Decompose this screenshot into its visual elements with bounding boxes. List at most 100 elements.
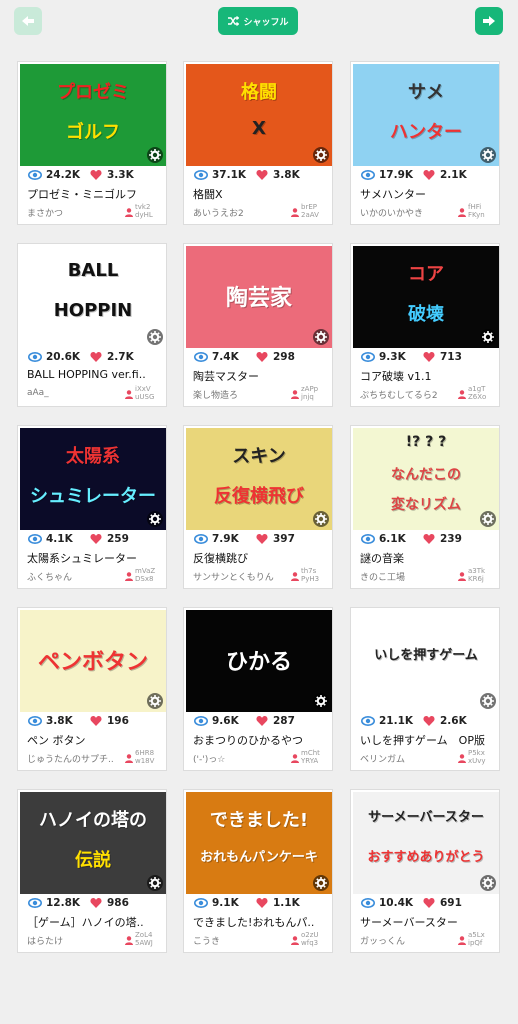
project-author[interactable]: いかのいかやき <box>360 206 460 219</box>
eye-icon <box>361 352 375 362</box>
project-author[interactable]: きのこ工場 <box>360 570 460 583</box>
project-title[interactable]: サーメーバースター <box>360 914 496 930</box>
project-thumbnail[interactable]: !? ? ? なんだこの 変なリズム <box>353 428 499 530</box>
project-thumbnail[interactable]: ハノイの塔の 伝説 <box>20 792 166 894</box>
settings-button[interactable] <box>480 329 496 345</box>
settings-button[interactable] <box>313 693 329 709</box>
project-author[interactable]: ぷちちむしてるら2 <box>360 388 460 401</box>
user-code: tvk2 dyHL <box>135 203 163 219</box>
project-title[interactable]: できました!おれもんパ.. <box>193 914 329 930</box>
project-author[interactable]: ふくちゃん <box>27 570 127 583</box>
project-title[interactable]: 陶芸マスター <box>193 368 329 384</box>
project-stats: 3.8K 196 <box>28 714 158 728</box>
view-count: 7.4K <box>212 351 239 363</box>
project-title[interactable]: いしを押すゲーム OP版 <box>360 732 496 748</box>
project-thumbnail[interactable]: BALL HOPPIN <box>20 246 166 348</box>
project-author[interactable]: ガッっくん <box>360 934 460 947</box>
project-author[interactable]: 楽し物造ろ <box>193 388 293 401</box>
project-card[interactable]: 太陽系 シュミレーター 4.1K 259 太陽系シュミレーター ふくちゃん mVaZ DSx8 <box>17 425 167 589</box>
project-thumbnail[interactable]: プロゼミ ゴルフ <box>20 64 166 166</box>
project-card[interactable]: ペンボタン 3.8K 196 ペン ボタン じゅうたんのサプチ.. 6HR8 w18V <box>17 607 167 771</box>
project-author[interactable]: はらたけ <box>27 934 127 947</box>
like-count: 2.6K <box>440 715 467 727</box>
user-icon <box>125 208 133 217</box>
settings-button[interactable] <box>480 147 496 163</box>
project-card[interactable]: ハノイの塔の 伝説 12.8K 986 ［ゲーム］ハノイの塔.. はらたけ ZoL4 5AWJ <box>17 789 167 953</box>
project-stats: 24.2K 3.3K <box>28 168 158 182</box>
settings-button[interactable] <box>480 693 496 709</box>
project-title[interactable]: サメハンター <box>360 186 496 202</box>
project-thumbnail[interactable]: サーメーバースター おすすめありがとう <box>353 792 499 894</box>
project-card[interactable]: !? ? ? なんだこの 変なリズム 6.1K 239 謎の音楽 きのこ工場 a3Tk KR6j <box>350 425 500 589</box>
project-thumbnail[interactable]: ペンボタン <box>20 610 166 712</box>
project-author[interactable]: aAa_ <box>27 388 127 398</box>
user-code: o2zU wfq3 <box>301 931 329 947</box>
user-code-line: ZoL4 <box>135 931 153 939</box>
settings-button[interactable] <box>313 147 329 163</box>
settings-button[interactable] <box>147 511 163 527</box>
project-card[interactable]: サーメーバースター おすすめありがとう 10.4K 691 サーメーバースター ガッっくん… <box>350 789 500 953</box>
user-code-line: wfq3 <box>301 939 319 947</box>
settings-button[interactable] <box>313 329 329 345</box>
project-card[interactable]: ひかる 9.6K 287 おまつりのひかるやつ ('-')っ☆ mCht YRYA <box>183 607 333 771</box>
project-stats: 7.9K 397 <box>194 532 324 546</box>
project-thumbnail[interactable]: スキン 反復横飛び <box>186 428 332 530</box>
project-title[interactable]: 謎の音楽 <box>360 550 496 566</box>
project-stats: 9.6K 287 <box>194 714 324 728</box>
project-author[interactable]: ('-')っ☆ <box>193 752 293 765</box>
project-thumbnail[interactable]: 格闘 X <box>186 64 332 166</box>
project-card[interactable]: 陶芸家 7.4K 298 陶芸マスター 楽し物造ろ zAPp jnjq <box>183 243 333 407</box>
project-title[interactable]: 太陽系シュミレーター <box>27 550 163 566</box>
project-title[interactable]: おまつりのひかるやつ <box>193 732 329 748</box>
project-thumbnail[interactable]: ひかる <box>186 610 332 712</box>
project-author[interactable]: あいうえお2 <box>193 206 293 219</box>
gear-icon <box>482 695 494 707</box>
project-thumbnail[interactable]: 陶芸家 <box>186 246 332 348</box>
project-title[interactable]: プロゼミ・ミニゴルフ <box>27 186 163 202</box>
project-card[interactable]: プロゼミ ゴルフ 24.2K 3.3K プロゼミ・ミニゴルフ まさかつ tvk2 dyHL <box>17 61 167 225</box>
project-author[interactable]: ベリンガム <box>360 752 460 765</box>
project-title[interactable]: BALL HOPPING ver.fi.. <box>27 368 163 381</box>
user-icon <box>125 754 133 763</box>
settings-button[interactable] <box>147 693 163 709</box>
project-card[interactable]: スキン 反復横飛び 7.9K 397 反復横跳び サンサンとくもりん th7s PyH3 <box>183 425 333 589</box>
project-author[interactable]: こうき <box>193 934 293 947</box>
user-code: iXxV uUSG <box>135 385 163 401</box>
view-count: 10.4K <box>379 897 414 909</box>
settings-button[interactable] <box>147 875 163 891</box>
project-thumbnail[interactable]: サメ ハンター <box>353 64 499 166</box>
project-author[interactable]: まさかつ <box>27 206 127 219</box>
project-card[interactable]: 格闘 X 37.1K 3.8K 格闘X あいうえお2 brEP 2aAV <box>183 61 333 225</box>
project-card[interactable]: できました! おれもんパンケーキ 9.1K 1.1K できました!おれもんパ.. こうき o… <box>183 789 333 953</box>
project-title[interactable]: コア破壊 v1.1 <box>360 368 496 384</box>
thumbnail-caption: おすすめありがとう <box>367 850 485 865</box>
project-title[interactable]: ［ゲーム］ハノイの塔.. <box>27 914 163 930</box>
project-author[interactable]: サンサンとくもりん <box>193 570 293 583</box>
eye-icon <box>194 898 208 908</box>
gear-icon <box>315 695 327 707</box>
project-thumbnail[interactable]: できました! おれもんパンケーキ <box>186 792 332 894</box>
settings-button[interactable] <box>147 329 163 345</box>
project-author[interactable]: じゅうたんのサプチ.. <box>27 752 127 765</box>
settings-button[interactable] <box>480 511 496 527</box>
project-card[interactable]: コア 破壊 9.3K 713 コア破壊 v1.1 ぷちちむしてるら2 a1gT Z6Xo <box>350 243 500 407</box>
project-title[interactable]: ペン ボタン <box>27 732 163 748</box>
project-thumbnail[interactable]: 太陽系 シュミレーター <box>20 428 166 530</box>
settings-button[interactable] <box>313 511 329 527</box>
project-thumbnail[interactable]: いしを押すゲーム <box>353 610 499 712</box>
eye-icon <box>28 716 42 726</box>
settings-button[interactable] <box>480 875 496 891</box>
settings-button[interactable] <box>147 147 163 163</box>
user-code: mVaZ DSx8 <box>135 567 163 583</box>
project-title[interactable]: 反復横跳び <box>193 550 329 566</box>
project-card[interactable]: BALL HOPPIN 20.6K 2.7K BALL HOPPING ver.fi..… <box>17 243 167 407</box>
project-card[interactable]: いしを押すゲーム 21.1K 2.6K いしを押すゲーム OP版 ベリンガム P5kx xU… <box>350 607 500 771</box>
project-thumbnail[interactable]: コア 破壊 <box>353 246 499 348</box>
settings-button[interactable] <box>313 875 329 891</box>
view-count: 24.2K <box>46 169 81 181</box>
project-title[interactable]: 格闘X <box>193 186 329 202</box>
project-card[interactable]: サメ ハンター 17.9K 2.1K サメハンター いかのいかやき fHFi FKyn <box>350 61 500 225</box>
user-code-line: 5AWJ <box>135 939 153 947</box>
project-stats: 21.1K 2.6K <box>361 714 491 728</box>
eye-icon <box>194 352 208 362</box>
